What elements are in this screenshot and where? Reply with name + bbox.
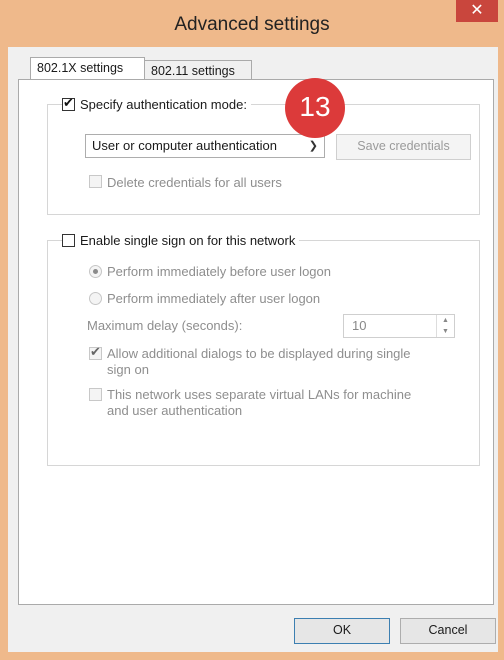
- radio-after-logon[interactable]: [89, 292, 102, 305]
- radio-after-logon-row[interactable]: Perform immediately after user logon: [89, 291, 320, 306]
- tab-label: 802.1X settings: [37, 61, 124, 75]
- max-delay-spinner[interactable]: 10 ▲ ▼: [343, 314, 455, 338]
- allow-dialogs-checkbox[interactable]: [89, 344, 102, 360]
- ok-button[interactable]: OK: [294, 618, 390, 644]
- chevron-down-icon: ❯: [308, 140, 318, 152]
- separate-vlan-label-line1: This network uses separate virtual LANs …: [107, 387, 412, 402]
- delete-credentials-checkbox[interactable]: [89, 175, 102, 188]
- specify-auth-checkbox-row[interactable]: Specify authentication mode:: [62, 95, 251, 112]
- close-button[interactable]: ✕: [456, 0, 498, 22]
- spin-down-icon[interactable]: ▼: [437, 326, 454, 337]
- title-bar[interactable]: Advanced settings ✕: [0, 0, 504, 50]
- cancel-label: Cancel: [428, 623, 468, 637]
- enable-sso-checkbox-row[interactable]: Enable single sign on for this network: [62, 232, 300, 248]
- specify-auth-checkbox[interactable]: [62, 95, 75, 111]
- allow-dialogs-label-line2: sign on: [107, 362, 149, 377]
- max-delay-value: 10: [352, 318, 367, 333]
- radio-before-logon[interactable]: [89, 265, 102, 278]
- allow-dialogs-row[interactable]: Allow additional dialogs to be displayed…: [89, 344, 411, 378]
- save-credentials-label: Save credentials: [357, 139, 450, 153]
- save-credentials-button[interactable]: Save credentials: [336, 134, 471, 160]
- window-title: Advanced settings: [174, 14, 330, 35]
- allow-dialogs-text: Allow additional dialogs to be displayed…: [107, 346, 411, 378]
- separate-vlan-row[interactable]: This network uses separate virtual LANs …: [89, 387, 411, 419]
- radio-before-logon-label: Perform immediately before user logon: [107, 264, 331, 279]
- close-icon: ✕: [470, 2, 484, 19]
- advanced-settings-window: Advanced settings ✕ 802.1X settings 802.…: [0, 0, 504, 660]
- separate-vlan-checkbox[interactable]: [89, 388, 102, 401]
- ok-label: OK: [332, 623, 352, 637]
- spinner-buttons[interactable]: ▲ ▼: [436, 315, 454, 337]
- spin-up-icon[interactable]: ▲: [437, 315, 454, 326]
- auth-mode-value: User or computer authentication: [92, 138, 277, 153]
- auth-mode-dropdown[interactable]: User or computer authentication ❯: [85, 134, 325, 158]
- step-number-badge: 13: [285, 78, 345, 138]
- max-delay-label-row: Maximum delay (seconds):: [87, 318, 242, 333]
- max-delay-label: Maximum delay (seconds):: [87, 318, 243, 333]
- radio-after-logon-label: Perform immediately after user logon: [107, 291, 321, 306]
- allow-dialogs-label-line1: Allow additional dialogs to be displayed…: [107, 346, 411, 361]
- delete-credentials-row[interactable]: Delete credentials for all users: [89, 175, 282, 190]
- separate-vlan-text: This network uses separate virtual LANs …: [107, 387, 411, 419]
- cancel-button[interactable]: Cancel: [400, 618, 496, 644]
- delete-credentials-label: Delete credentials for all users: [107, 175, 282, 190]
- tab-label: 802.11 settings: [151, 64, 235, 78]
- separate-vlan-label-line2: and user authentication: [107, 403, 243, 418]
- enable-sso-checkbox[interactable]: [62, 233, 75, 247]
- enable-sso-label: Enable single sign on for this network: [80, 232, 296, 248]
- specify-auth-label: Specify authentication mode:: [80, 96, 247, 112]
- radio-before-logon-row[interactable]: Perform immediately before user logon: [89, 264, 331, 279]
